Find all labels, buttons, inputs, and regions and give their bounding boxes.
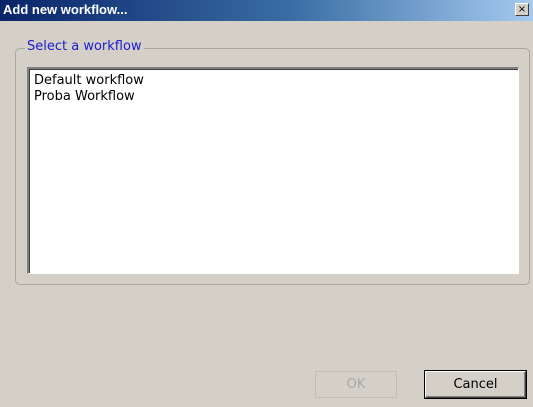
list-item-default-workflow[interactable]: Default workflow <box>34 73 144 89</box>
ok-button[interactable]: OK <box>315 371 397 398</box>
groupbox-legend: Select a workflow <box>25 39 144 55</box>
title-bar[interactable]: Add new workflow... × <box>0 0 533 21</box>
add-workflow-dialog: Add new workflow... × Select a workflow … <box>0 0 533 407</box>
workflow-listbox[interactable]: Default workflow Proba Workflow <box>27 67 519 274</box>
close-button[interactable]: × <box>515 3 529 16</box>
list-item-proba-workflow[interactable]: Proba Workflow <box>34 89 135 105</box>
dialog-title: Add new workflow... <box>3 2 128 17</box>
cancel-button[interactable]: Cancel <box>425 371 526 398</box>
close-icon: × <box>517 3 527 15</box>
